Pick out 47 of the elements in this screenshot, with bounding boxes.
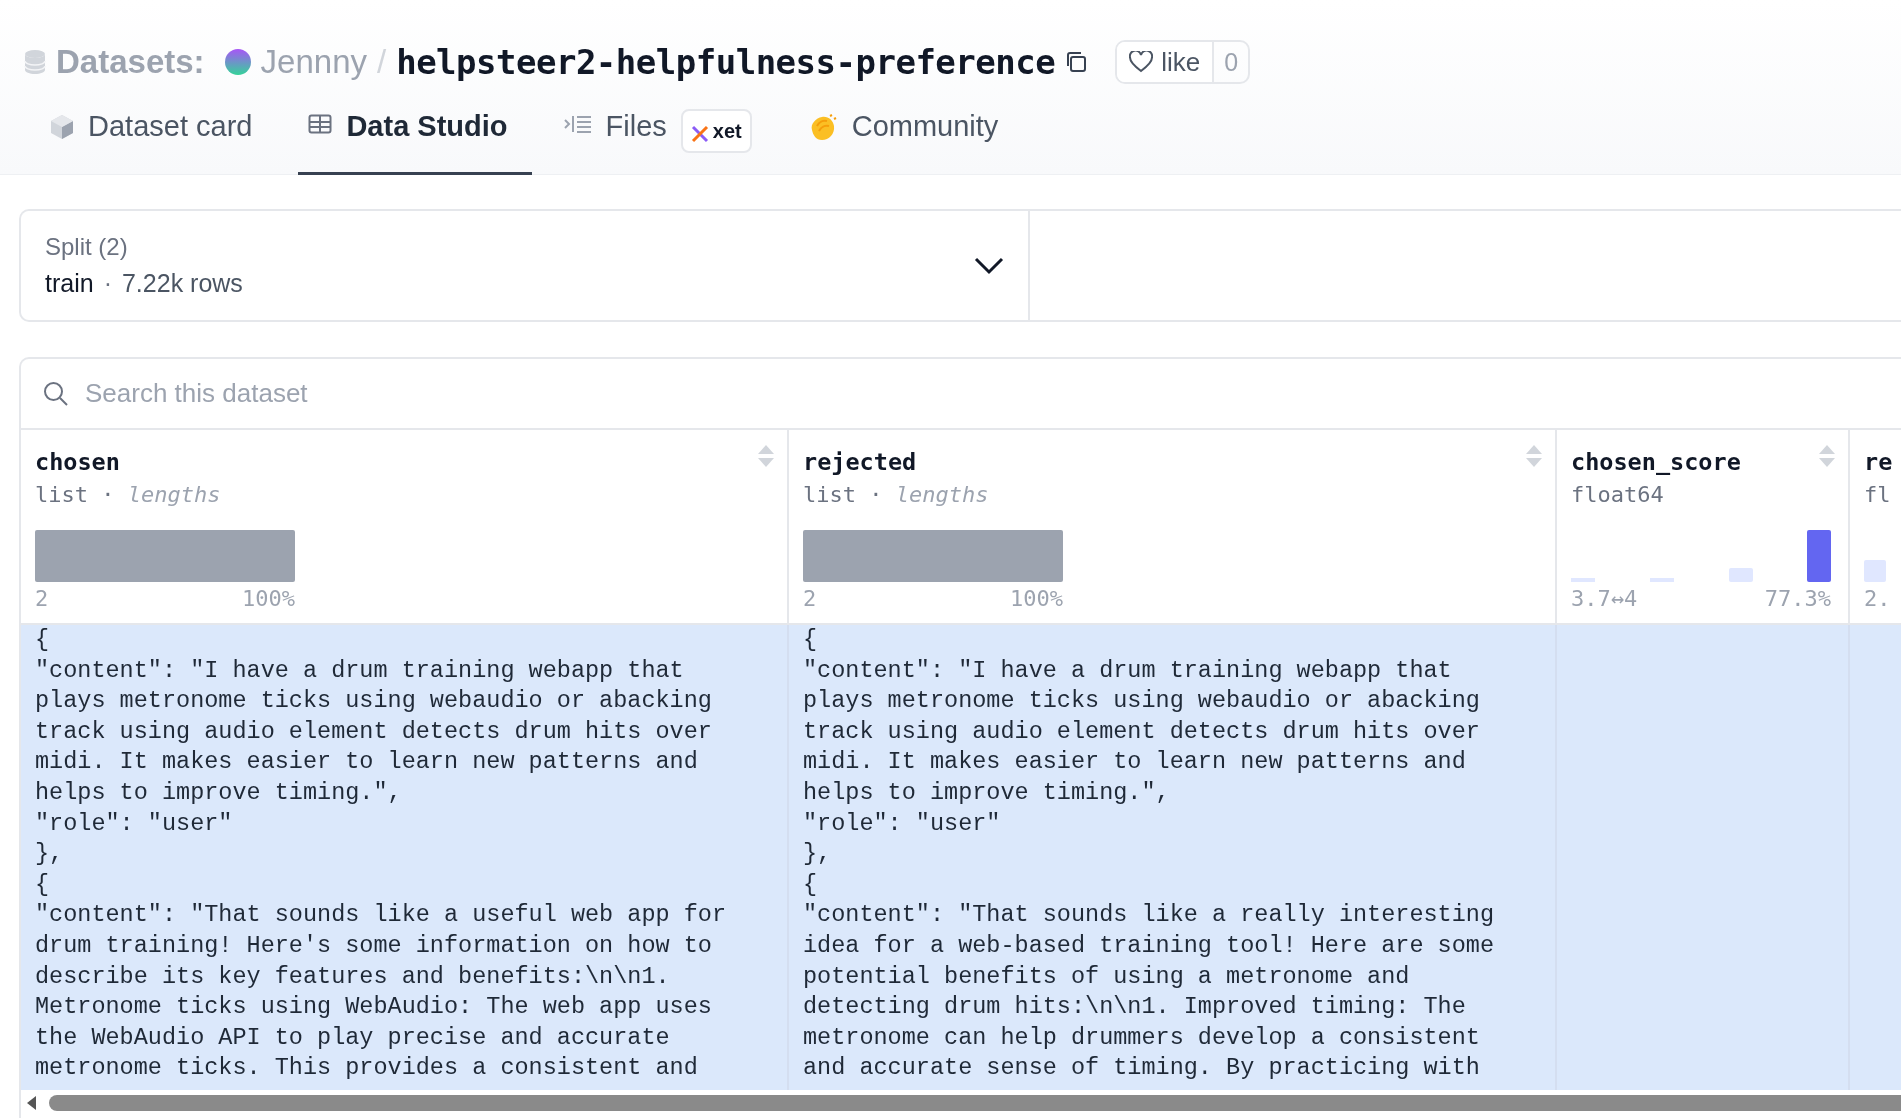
histogram-bar xyxy=(1864,560,1886,582)
table-cell[interactable]: { "content": "I have a drum training webapp that plays metronome ticks using webaudio or abacking track using audio element detects drum hits over midi. It makes easier to learn new patterns and helps to improve timing.", "role": "user" }, { "content": "That sounds like a useful web app for drum training! Here's some information on how to describe its key features and benefits:\n\n1. Metronome ticks using WebAudio: The web app uses the WebAudio API to play precise and accurate metronome ticks. This provides a consistent and xyxy=(21,625,789,1090)
column-type: list · lengths xyxy=(803,482,989,507)
tab[interactable]: Files xet xyxy=(553,102,776,175)
sort-icon[interactable] xyxy=(1818,444,1836,468)
xet-badge: xet xyxy=(680,109,752,153)
column-name: re xyxy=(1864,448,1893,476)
heart-icon xyxy=(1129,51,1154,73)
search-icon xyxy=(43,380,69,407)
list-icon xyxy=(563,114,592,134)
histogram-bar[interactable] xyxy=(1729,568,1753,582)
like-button[interactable]: like xyxy=(1117,42,1213,82)
axis-label: 77.3% xyxy=(1764,586,1831,611)
axis-label: 100% xyxy=(1010,586,1063,611)
table-cell[interactable] xyxy=(1557,625,1850,1090)
column-name: chosen_score xyxy=(1571,448,1741,476)
column-type: fl xyxy=(1864,482,1891,507)
dataset-name: helpsteer2-helpfulness-preference xyxy=(396,42,1056,82)
path-separator: / xyxy=(377,43,387,81)
table-cell[interactable]: { "content": "I have a drum training webapp that plays metronome ticks using webaudio or abacking track using audio element detects drum hits over midi. It makes easier to learn new patterns and helps to improve timing.", "role": "user" }, { "content": "That sounds like a really interesting idea for a web-based training tool! Here are some potential benefits of using a metronome and detecting drum hits:\n\n1. Improved timing: The metronome can help drummers develop a consistent and accurate sense of timing. By practicing with xyxy=(789,625,1557,1090)
column-type: list · lengths xyxy=(35,482,221,507)
column-name: chosen xyxy=(35,448,121,476)
axis-label: 100% xyxy=(242,586,295,611)
tab[interactable]: Data Studio xyxy=(298,102,532,175)
column-type: float64 xyxy=(1571,482,1664,507)
scroll-left-icon xyxy=(27,1096,37,1110)
like-count: 0 xyxy=(1212,42,1249,82)
axis-label: 3.7↔4 xyxy=(1571,586,1638,611)
histogram-bar[interactable] xyxy=(1807,530,1831,582)
column-name: rejected xyxy=(803,448,918,476)
tab[interactable]: Dataset card xyxy=(40,102,277,175)
sort-icon[interactable] xyxy=(1525,444,1543,468)
section-label: Datasets: xyxy=(56,43,205,81)
axis-label: 2 xyxy=(35,586,49,611)
tab[interactable]: Community xyxy=(797,102,1023,175)
axis-label: 2 xyxy=(803,586,817,611)
axis-label: 2. xyxy=(1864,586,1891,611)
x-icon xyxy=(690,124,709,143)
database-icon xyxy=(24,49,46,75)
copy-icon[interactable] xyxy=(1065,51,1088,73)
cube-icon xyxy=(50,114,74,140)
scrollbar[interactable] xyxy=(49,1095,1901,1111)
chevron-down-icon xyxy=(974,256,1004,275)
avatar-icon xyxy=(224,49,251,75)
sort-icon[interactable] xyxy=(757,444,775,468)
table-icon xyxy=(308,114,333,134)
search-field[interactable]: Search this dataset xyxy=(83,377,987,410)
